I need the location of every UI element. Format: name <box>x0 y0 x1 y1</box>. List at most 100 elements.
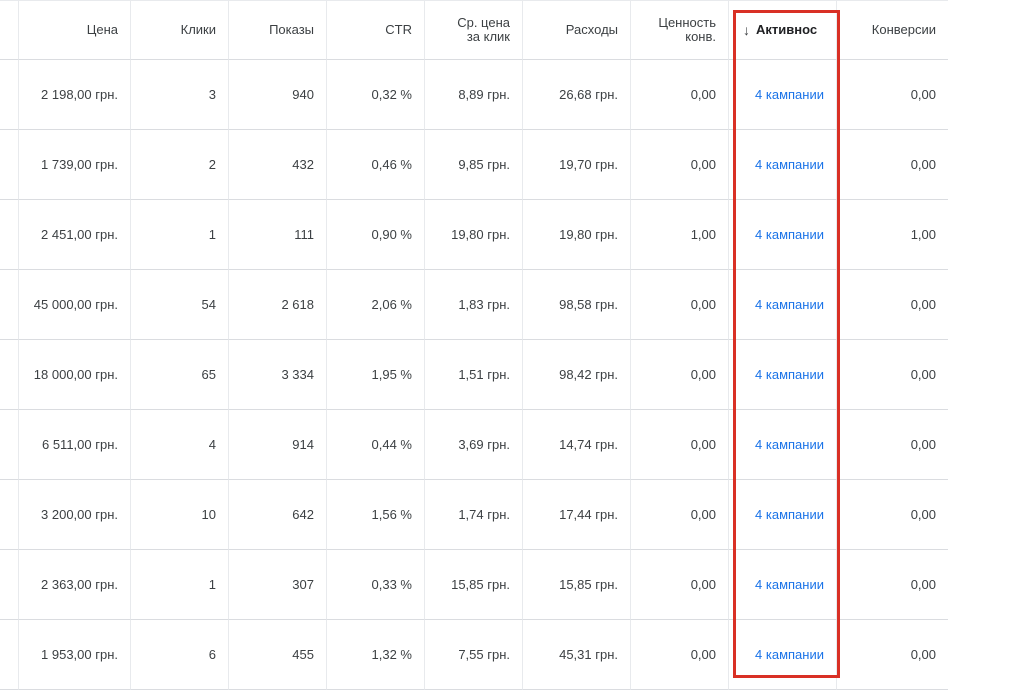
cell-activity-link[interactable]: 4 кампании <box>728 200 836 270</box>
cell-clicks: 65 <box>130 340 228 410</box>
cell-ctr: 0,33 % <box>326 550 424 620</box>
cell-avg-cpc: 1,51 грн. <box>424 340 522 410</box>
cell-ctr: 0,44 % <box>326 410 424 480</box>
cell-conv-value: 0,00 <box>630 270 728 340</box>
header-activity[interactable]: ↓ Активнос <box>728 0 836 60</box>
cell-cost: 26,68 грн. <box>522 60 630 130</box>
cell-conversions: 0,00 <box>836 340 948 410</box>
header-conversions-label: Конверсии <box>871 21 936 37</box>
table-grid: Цена Клики Показы CTR Ср. цена за клик Р… <box>0 0 948 690</box>
cell-ctr: 1,95 % <box>326 340 424 410</box>
arrow-down-icon: ↓ <box>743 21 750 38</box>
cell-activity-link[interactable]: 4 кампании <box>728 410 836 480</box>
cell-avg-cpc: 9,85 грн. <box>424 130 522 200</box>
cell-conversions: 0,00 <box>836 550 948 620</box>
cell-impressions: 2 618 <box>228 270 326 340</box>
cell-avg-cpc: 8,89 грн. <box>424 60 522 130</box>
header-cost[interactable]: Расходы <box>522 0 630 60</box>
cell-cost: 45,31 грн. <box>522 620 630 690</box>
cell-impressions: 914 <box>228 410 326 480</box>
cell-impressions: 111 <box>228 200 326 270</box>
header-conversions[interactable]: Конверсии <box>836 0 948 60</box>
cell-impressions: 307 <box>228 550 326 620</box>
cell-conversions: 1,00 <box>836 200 948 270</box>
cell-ctr: 1,32 % <box>326 620 424 690</box>
row-spacer <box>0 410 18 480</box>
cell-impressions: 940 <box>228 60 326 130</box>
cell-clicks: 3 <box>130 60 228 130</box>
cell-cost: 19,80 грн. <box>522 200 630 270</box>
cell-conv-value: 0,00 <box>630 550 728 620</box>
cell-avg-cpc: 3,69 грн. <box>424 410 522 480</box>
cell-conversions: 0,00 <box>836 60 948 130</box>
cell-activity-link[interactable]: 4 кампании <box>728 340 836 410</box>
header-price[interactable]: Цена <box>18 0 130 60</box>
cell-activity-link[interactable]: 4 кампании <box>728 620 836 690</box>
cell-avg-cpc: 1,74 грн. <box>424 480 522 550</box>
cell-avg-cpc: 15,85 грн. <box>424 550 522 620</box>
cell-conv-value: 1,00 <box>630 200 728 270</box>
header-spacer <box>0 0 18 60</box>
cell-price: 45 000,00 грн. <box>18 270 130 340</box>
cell-avg-cpc: 1,83 грн. <box>424 270 522 340</box>
cell-clicks: 1 <box>130 200 228 270</box>
cell-conversions: 0,00 <box>836 130 948 200</box>
cell-cost: 17,44 грн. <box>522 480 630 550</box>
cell-ctr: 2,06 % <box>326 270 424 340</box>
cell-activity-link[interactable]: 4 кампании <box>728 480 836 550</box>
cell-price: 2 451,00 грн. <box>18 200 130 270</box>
table-top-rule <box>0 0 948 1</box>
header-conv-value[interactable]: Ценность конв. <box>630 0 728 60</box>
cell-cost: 98,58 грн. <box>522 270 630 340</box>
cell-clicks: 10 <box>130 480 228 550</box>
cell-impressions: 3 334 <box>228 340 326 410</box>
cell-avg-cpc: 19,80 грн. <box>424 200 522 270</box>
header-ctr-label: CTR <box>385 21 412 37</box>
screenshot-frame: Цена Клики Показы CTR Ср. цена за клик Р… <box>0 0 1024 697</box>
cell-cost: 15,85 грн. <box>522 550 630 620</box>
cell-price: 2 363,00 грн. <box>18 550 130 620</box>
cell-avg-cpc: 7,55 грн. <box>424 620 522 690</box>
cell-conversions: 0,00 <box>836 620 948 690</box>
cell-ctr: 0,90 % <box>326 200 424 270</box>
header-activity-label: Активнос <box>756 21 818 37</box>
header-price-label: Цена <box>86 21 118 37</box>
cell-impressions: 455 <box>228 620 326 690</box>
cell-activity-link[interactable]: 4 кампании <box>728 130 836 200</box>
cell-impressions: 642 <box>228 480 326 550</box>
cell-activity-link[interactable]: 4 кампании <box>728 60 836 130</box>
row-spacer <box>0 340 18 410</box>
cell-conv-value: 0,00 <box>630 410 728 480</box>
header-impressions[interactable]: Показы <box>228 0 326 60</box>
header-avg-cpc[interactable]: Ср. цена за клик <box>424 0 522 60</box>
row-spacer <box>0 60 18 130</box>
cell-clicks: 54 <box>130 270 228 340</box>
cell-conv-value: 0,00 <box>630 340 728 410</box>
header-avg-cpc-label: Ср. цена за клик <box>457 14 510 44</box>
cell-conversions: 0,00 <box>836 480 948 550</box>
cell-impressions: 432 <box>228 130 326 200</box>
cell-price: 6 511,00 грн. <box>18 410 130 480</box>
header-impressions-label: Показы <box>269 21 314 37</box>
cell-conv-value: 0,00 <box>630 130 728 200</box>
header-ctr[interactable]: CTR <box>326 0 424 60</box>
row-spacer <box>0 200 18 270</box>
cell-clicks: 1 <box>130 550 228 620</box>
cell-ctr: 1,56 % <box>326 480 424 550</box>
cell-ctr: 0,32 % <box>326 60 424 130</box>
cell-price: 1 953,00 грн. <box>18 620 130 690</box>
row-spacer <box>0 130 18 200</box>
cell-ctr: 0,46 % <box>326 130 424 200</box>
cell-price: 18 000,00 грн. <box>18 340 130 410</box>
cell-cost: 14,74 грн. <box>522 410 630 480</box>
row-spacer <box>0 480 18 550</box>
cell-activity-link[interactable]: 4 кампании <box>728 550 836 620</box>
products-table: Цена Клики Показы CTR Ср. цена за клик Р… <box>0 0 948 697</box>
cell-cost: 19,70 грн. <box>522 130 630 200</box>
row-spacer <box>0 620 18 690</box>
cell-price: 3 200,00 грн. <box>18 480 130 550</box>
cell-conv-value: 0,00 <box>630 620 728 690</box>
header-clicks[interactable]: Клики <box>130 0 228 60</box>
header-conv-value-label: Ценность конв. <box>658 14 716 44</box>
cell-activity-link[interactable]: 4 кампании <box>728 270 836 340</box>
